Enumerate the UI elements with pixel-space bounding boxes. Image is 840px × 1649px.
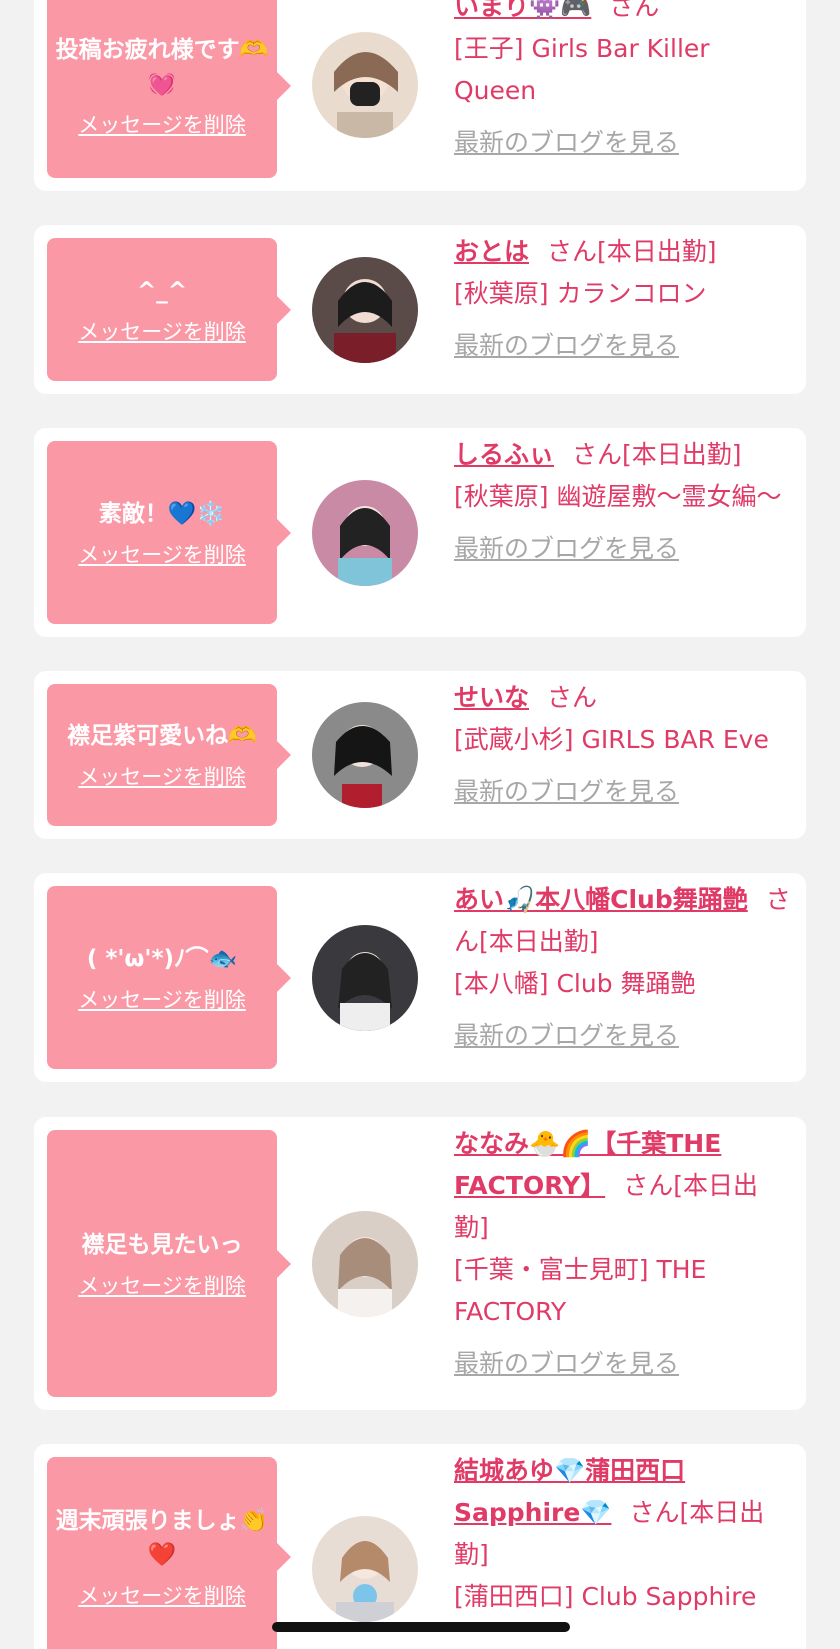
message-text: 襟足紫可愛いね🫶 (67, 723, 257, 749)
avatar-photo-icon (312, 1516, 418, 1622)
cast-name-link[interactable]: おとは (454, 237, 529, 266)
message-card: ^_^ メッセージを削除 おとは さん[本日出勤] [秋葉原] カランコロン 最新… (34, 225, 806, 394)
message-text: ( *'ω'*)ﾉ⌒🐟 (86, 945, 238, 972)
cast-info: ななみ🐣🌈【千葉THE FACTORY】 さん[本日出勤] [千葉・富士見町] T… (454, 1123, 792, 1385)
delete-message-link[interactable]: メッセージを削除 (78, 539, 246, 569)
message-bubble: 素敵！💙❄️ メッセージを削除 (47, 441, 277, 624)
cast-name-link[interactable]: せいな (454, 683, 529, 712)
san-label: さん (547, 237, 598, 266)
avatar-photo-icon (312, 257, 418, 363)
message-text: 週末頑張りましょ👏❤️ (55, 1508, 269, 1568)
message-card: 投稿お疲れ様です🫶💓 メッセージを削除 いまり👾🎮 さん [王子] Girls B… (34, 0, 806, 191)
message-text: 素敵！💙❄️ (98, 500, 226, 527)
avatar[interactable] (312, 925, 418, 1031)
latest-blog-link[interactable]: 最新のブログを見る (454, 1015, 792, 1057)
attendance-status: [本日出勤] (479, 927, 599, 956)
cast-name-link[interactable]: しるふぃ (454, 440, 554, 469)
attendance-status: [本日出勤] (622, 440, 742, 469)
message-card: 襟足紫可愛いね🫶 メッセージを削除 せいな さん [武蔵小杉] GIRLS BAR… (34, 671, 806, 839)
latest-blog-link[interactable]: 最新のブログを見る (454, 1343, 792, 1385)
avatar-photo-icon (312, 32, 418, 138)
cast-info: 結城あゆ💎蒲田西口Sapphire💎 さん[本日出勤] [蒲田西口] Club S… (454, 1450, 792, 1618)
delete-message-link[interactable]: メッセージを削除 (78, 1270, 246, 1300)
delete-message-link[interactable]: メッセージを削除 (78, 109, 246, 139)
san-label: さん (623, 1171, 674, 1200)
message-bubble: 週末頑張りましょ👏❤️ メッセージを削除 (47, 1457, 277, 1649)
message-list: 投稿お疲れ様です🫶💓 メッセージを削除 いまり👾🎮 さん [王子] Girls B… (0, 0, 840, 1649)
latest-blog-link[interactable]: 最新のブログを見る (454, 528, 792, 570)
avatar[interactable] (312, 1516, 418, 1622)
san-label: さん (629, 1498, 680, 1527)
latest-blog-link[interactable]: 最新のブログを見る (454, 325, 792, 367)
cast-info: おとは さん[本日出勤] [秋葉原] カランコロン 最新のブログを見る (454, 231, 792, 367)
shop-name: [秋葉原] カランコロン (454, 279, 707, 308)
avatar-photo-icon (312, 702, 418, 808)
shop-name: [蒲田西口] Club Sapphire (454, 1582, 757, 1611)
message-text: ^_^ (136, 277, 188, 304)
message-card: ( *'ω'*)ﾉ⌒🐟 メッセージを削除 あい🎣本八幡Club舞踊艶 さん[本日出… (34, 873, 806, 1082)
latest-blog-link[interactable]: 最新のブログを見る (454, 122, 792, 164)
avatar[interactable] (312, 1211, 418, 1317)
message-card: 週末頑張りましょ👏❤️ メッセージを削除 結城あゆ💎蒲田西口Sapphire💎 さ… (34, 1444, 806, 1649)
message-bubble: 投稿お疲れ様です🫶💓 メッセージを削除 (47, 0, 277, 178)
avatar[interactable] (312, 702, 418, 808)
cast-info: いまり👾🎮 さん [王子] Girls Bar Killer Queen 最新のブ… (454, 0, 792, 164)
message-bubble: ( *'ω'*)ﾉ⌒🐟 メッセージを削除 (47, 886, 277, 1069)
avatar-photo-icon (312, 1211, 418, 1317)
message-card: 素敵！💙❄️ メッセージを削除 しるふぃ さん[本日出勤] [秋葉原] 幽遊屋敷〜… (34, 428, 806, 637)
message-card: 襟足も見たいっ メッセージを削除 ななみ🐣🌈【千葉THE FACTORY】 さん[… (34, 1117, 806, 1410)
message-bubble: 襟足紫可愛いね🫶 メッセージを削除 (47, 684, 277, 826)
message-bubble: 襟足も見たいっ メッセージを削除 (47, 1130, 277, 1397)
san-label: さん (547, 683, 598, 712)
shop-name: [王子] Girls Bar Killer Queen (454, 34, 710, 105)
avatar-photo-icon (312, 925, 418, 1031)
avatar-photo-icon (312, 480, 418, 586)
cast-name-link[interactable]: いまり👾🎮 (454, 0, 591, 21)
message-bubble: ^_^ メッセージを削除 (47, 238, 277, 381)
avatar[interactable] (312, 32, 418, 138)
delete-message-link[interactable]: メッセージを削除 (78, 316, 246, 346)
attendance-status: [本日出勤] (597, 237, 717, 266)
home-indicator[interactable] (272, 1622, 570, 1632)
delete-message-link[interactable]: メッセージを削除 (78, 1580, 246, 1610)
delete-message-link[interactable]: メッセージを削除 (78, 761, 246, 791)
san-label: さん (572, 440, 623, 469)
shop-name: [千葉・富士見町] THE FACTORY (454, 1255, 707, 1326)
shop-name: [秋葉原] 幽遊屋敷〜霊女編〜 (454, 482, 782, 511)
avatar[interactable] (312, 480, 418, 586)
delete-message-link[interactable]: メッセージを削除 (78, 984, 246, 1014)
message-text: 襟足も見たいっ (81, 1231, 243, 1258)
cast-info: あい🎣本八幡Club舞踊艶 さん[本日出勤] [本八幡] Club 舞踊艶 最新の… (454, 879, 792, 1057)
cast-name-link[interactable]: あい🎣本八幡Club舞踊艶 (454, 885, 748, 914)
san-label: さん (609, 0, 660, 21)
shop-name: [武蔵小杉] GIRLS BAR Eve (454, 725, 769, 754)
cast-info: せいな さん [武蔵小杉] GIRLS BAR Eve 最新のブログを見る (454, 677, 792, 813)
avatar[interactable] (312, 257, 418, 363)
latest-blog-link[interactable]: 最新のブログを見る (454, 771, 792, 813)
message-text: 投稿お疲れ様です🫶💓 (55, 36, 269, 97)
shop-name: [本八幡] Club 舞踊艶 (454, 969, 696, 998)
cast-info: しるふぃ さん[本日出勤] [秋葉原] 幽遊屋敷〜霊女編〜 最新のブログを見る (454, 434, 792, 570)
